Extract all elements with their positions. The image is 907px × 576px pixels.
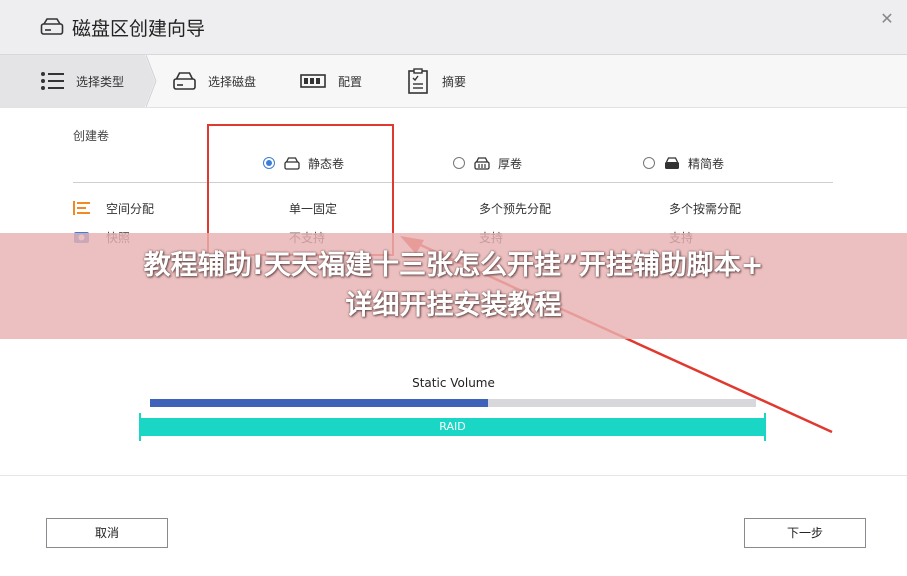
watermark-line-1: 教程辅助!天天福建十三张怎么开挂”开挂辅助脚本+ — [143, 250, 764, 281]
create-volume-label: 创建卷 — [73, 129, 110, 143]
footer-divider — [0, 475, 907, 476]
watermark-text: 教程辅助!天天福建十三张怎么开挂”开挂辅助脚本+ 详细开挂安装教程 — [0, 246, 907, 326]
list-icon — [41, 72, 64, 90]
disk-solid-icon — [665, 156, 679, 169]
radio-thick-volume[interactable]: 厚卷 — [453, 154, 522, 172]
cancel-button[interactable]: 取消 — [46, 518, 168, 548]
step-label: 摘要 — [442, 74, 467, 89]
radio-label: 精简卷 — [688, 156, 725, 171]
step-label: 选择磁盘 — [208, 74, 257, 89]
disk-icon — [173, 72, 196, 90]
step-label: 选择类型 — [76, 74, 125, 89]
volume-diagram-title: Static Volume — [412, 376, 495, 390]
allocation-thin: 多个按需分配 — [669, 202, 742, 216]
feature-label-allocation: 空间分配 — [106, 202, 155, 216]
step-label: 配置 — [338, 74, 363, 89]
radio-button[interactable] — [643, 157, 655, 169]
allocation-thick: 多个预先分配 — [479, 202, 552, 216]
next-button[interactable]: 下一步 — [744, 518, 866, 548]
clipboard-icon — [408, 68, 428, 94]
close-icon[interactable]: ✕ — [880, 9, 893, 28]
divider — [73, 182, 833, 183]
step-separator — [146, 55, 157, 107]
disk-stack-icon — [474, 156, 490, 170]
allocation-icon — [73, 201, 90, 215]
watermark-line-2: 详细开挂安装教程 — [345, 290, 562, 321]
window-title: 磁盘区创建向导 — [72, 18, 206, 40]
step-select-type[interactable]: 选择类型 — [40, 67, 124, 95]
volume-capacity-fill — [150, 399, 488, 407]
radio-thin-volume[interactable]: 精简卷 — [643, 154, 724, 172]
disk-icon — [40, 18, 64, 35]
step-summary[interactable]: 摘要 — [406, 67, 466, 95]
radio-button[interactable] — [453, 157, 465, 169]
radio-label: 厚卷 — [498, 156, 523, 171]
config-icon — [300, 74, 326, 88]
close-button[interactable]: ✕ — [876, 8, 898, 30]
raid-bar: RAID — [141, 418, 764, 436]
step-select-disk[interactable]: 选择磁盘 — [172, 67, 256, 95]
step-config[interactable]: 配置 — [300, 67, 362, 95]
raid-bracket-right — [764, 413, 766, 441]
